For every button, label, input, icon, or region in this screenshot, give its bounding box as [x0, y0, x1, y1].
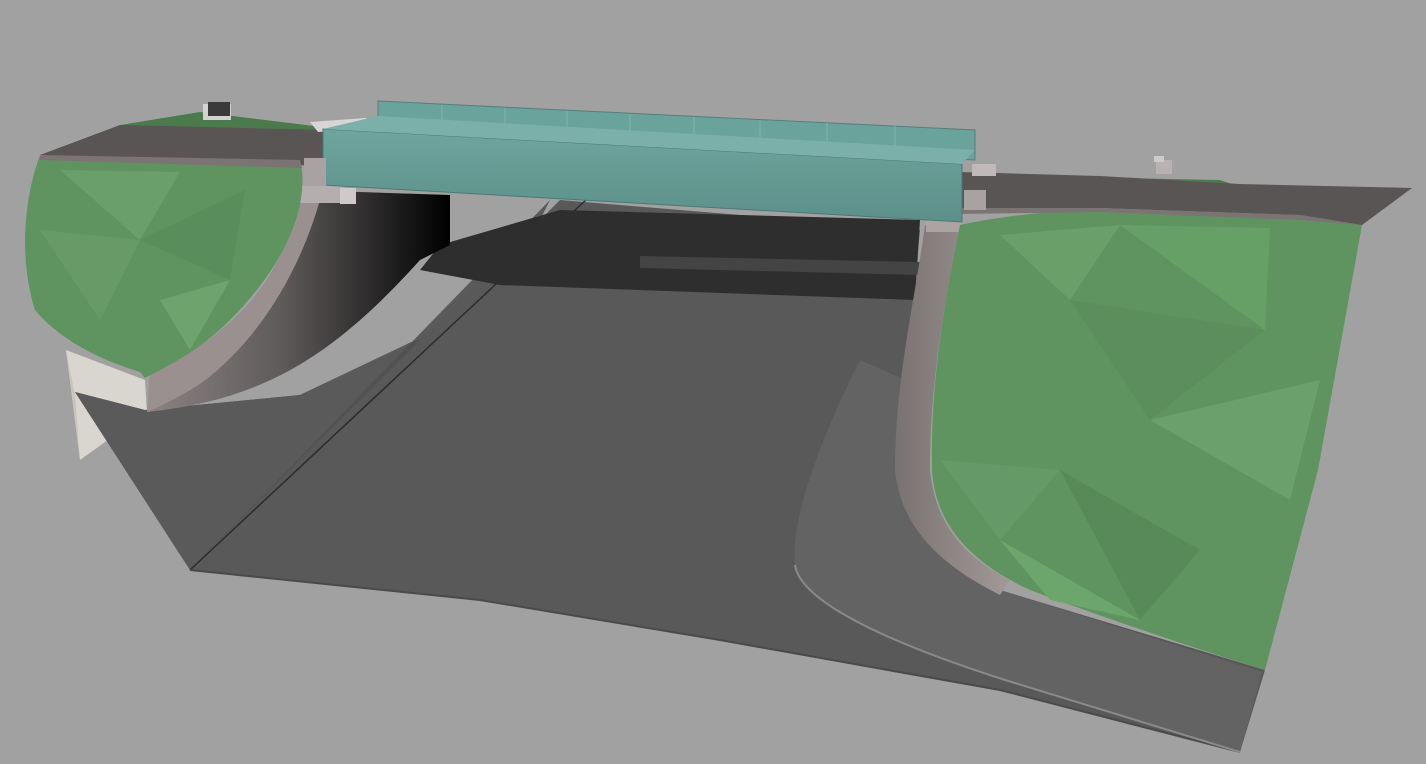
3d-viewport[interactable] [0, 0, 1426, 764]
bridge-underpass-scene[interactable] [0, 0, 1426, 764]
